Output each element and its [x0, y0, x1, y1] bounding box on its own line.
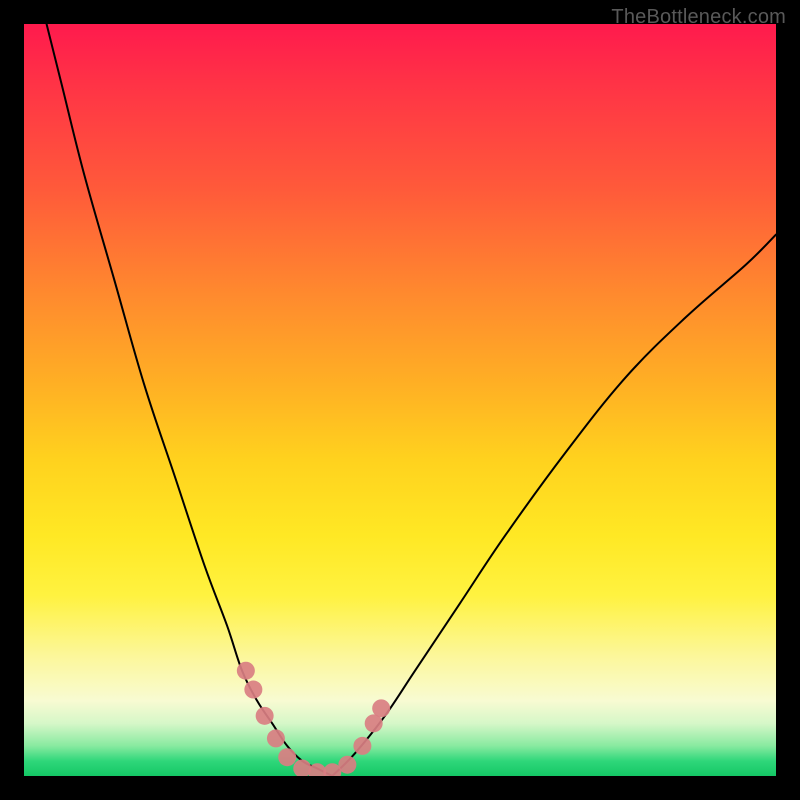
marker-dot [237, 662, 255, 680]
plot-area [24, 24, 776, 776]
chart-frame: TheBottleneck.com [0, 0, 800, 800]
series-left-curve [47, 24, 333, 776]
marker-dot [372, 699, 390, 717]
marker-dot [278, 748, 296, 766]
marker-dot [244, 681, 262, 699]
marker-dot [256, 707, 274, 725]
marker-dot [267, 729, 285, 747]
series-right-curve [332, 235, 776, 776]
marker-dot [338, 756, 356, 774]
marker-dot [353, 737, 371, 755]
curve-layer [24, 24, 776, 776]
